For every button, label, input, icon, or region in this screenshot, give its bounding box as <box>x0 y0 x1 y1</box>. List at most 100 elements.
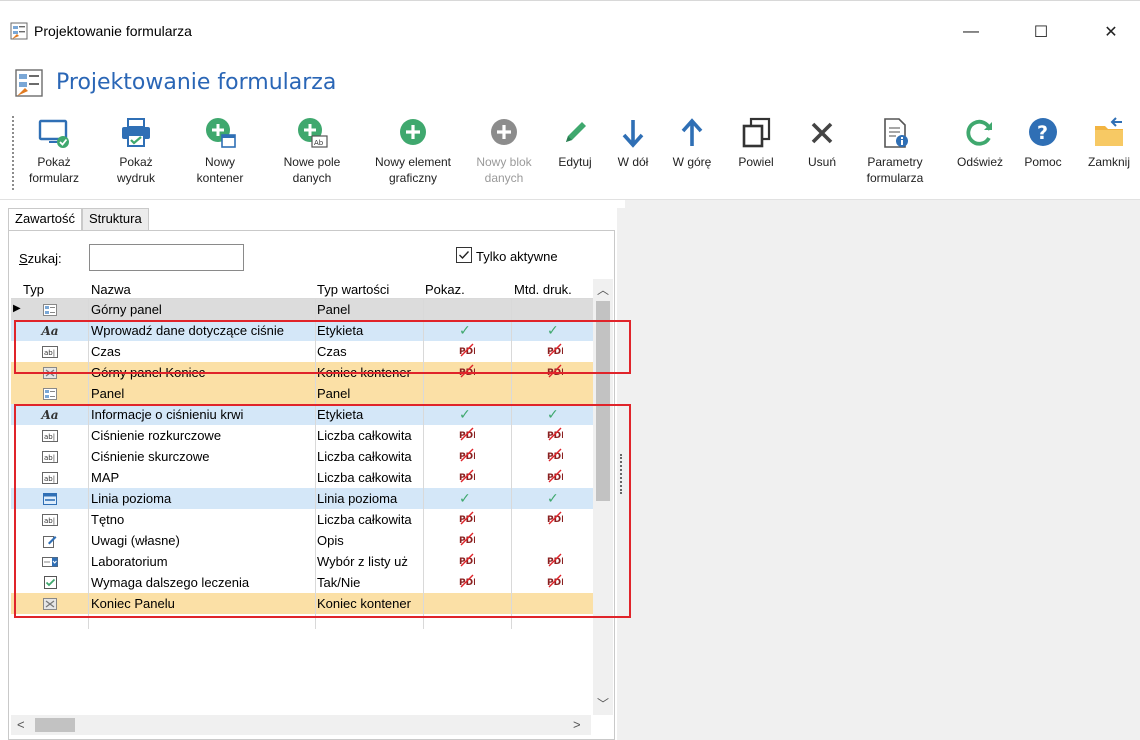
window-title: Projektowanie formularza <box>34 23 192 39</box>
show-form-label-1: Pokaż <box>37 155 71 169</box>
duplicate-label: Powiel <box>738 155 774 169</box>
new-data-block-label-2: danych <box>484 171 524 185</box>
scroll-down-icon[interactable]: ﹀ <box>597 695 609 712</box>
delete-label: Usuń <box>807 155 836 169</box>
form-designer-header-icon <box>15 69 43 97</box>
maximize-button[interactable]: ☐ <box>1018 12 1064 52</box>
column-header-value-type[interactable]: Typ wartości <box>317 282 389 297</box>
ribbon-grip <box>12 116 15 190</box>
table-row[interactable]: ▶ Górny panel Panel <box>11 299 601 320</box>
add-icon <box>491 119 517 145</box>
horizontal-scroll-thumb[interactable] <box>35 718 75 732</box>
search-label: Szukaj: <box>19 251 62 266</box>
row-value-type: Panel <box>317 386 351 401</box>
add-field-icon: Ab <box>298 118 328 148</box>
help-button[interactable]: ? Pomoc <box>1018 112 1068 196</box>
new-data-field-button[interactable]: Ab Nowe pole danych <box>280 112 344 196</box>
new-container-button[interactable]: Nowy kontener <box>192 112 248 196</box>
window-titlebar: Projektowanie formularza — ☐ ✕ <box>0 0 1140 52</box>
duplicate-button[interactable]: Powiel <box>730 112 782 196</box>
refresh-button[interactable]: Odśwież <box>952 112 1008 196</box>
content-tabs: Zawartość Struktura <box>8 208 149 230</box>
scroll-up-icon[interactable]: ︿ <box>597 281 609 298</box>
delete-x-icon <box>811 122 833 144</box>
new-data-field-label-2: danych <box>292 171 332 185</box>
row-value-type: Panel <box>317 302 351 317</box>
new-container-label-2: kontener <box>196 171 244 185</box>
arrow-up-icon <box>681 118 703 146</box>
monitor-check-icon <box>38 119 69 148</box>
document-info-icon <box>884 118 908 148</box>
move-up-label: W górę <box>672 155 712 169</box>
show-form-button[interactable]: Pokaż formularz <box>26 112 82 196</box>
new-data-block-button[interactable]: Nowy blok danych <box>466 112 542 196</box>
search-input[interactable] <box>89 244 244 271</box>
form-parameters-label-2: formularza <box>866 171 924 185</box>
refresh-icon <box>966 119 992 146</box>
current-row-indicator-icon: ▶ <box>13 303 21 314</box>
move-down-button[interactable]: W dół <box>610 112 656 196</box>
printer-icon <box>122 118 150 147</box>
help-icon: ? <box>1029 118 1057 146</box>
help-label: Pomoc <box>1024 155 1062 169</box>
maximize-icon: ☐ <box>1033 24 1049 41</box>
close-folder-icon <box>1095 117 1123 146</box>
minimize-icon: — <box>963 23 979 40</box>
row-name: Górny panel <box>91 302 162 317</box>
panel-icon <box>39 301 61 318</box>
table-row[interactable]: Panel Panel <box>11 383 601 404</box>
tab-content[interactable]: Zawartość <box>8 208 82 230</box>
ribbon-toolbar: Pokaż formularz Pokaż wydruk Nowy konten… <box>0 108 1140 200</box>
highlight-box-panel <box>14 404 631 618</box>
preview-area <box>625 200 1140 740</box>
tab-structure[interactable]: Struktura <box>81 208 149 230</box>
move-up-button[interactable]: W górę <box>666 112 718 196</box>
minimize-button[interactable]: — <box>948 12 994 52</box>
highlight-box-top-panel <box>14 320 631 374</box>
arrow-down-icon <box>622 120 644 148</box>
page-header: Projektowanie formularza <box>0 56 1140 108</box>
panel-icon <box>39 385 61 402</box>
new-graphic-element-button[interactable]: Nowy element graficzny <box>366 112 460 196</box>
show-print-label-1: Pokaż <box>119 155 153 169</box>
close-form-button[interactable]: Zamknij <box>1080 112 1138 196</box>
add-container-icon <box>206 118 236 148</box>
form-parameters-button[interactable]: Parametry formularza <box>860 112 930 196</box>
checkmark-icon <box>459 251 470 260</box>
page-title: Projektowanie formularza <box>56 70 337 95</box>
delete-button[interactable]: Usuń <box>796 112 848 196</box>
close-icon: ✕ <box>1104 24 1118 41</box>
new-graphic-label-1: Nowy element <box>374 155 452 169</box>
column-header-name[interactable]: Nazwa <box>91 282 131 297</box>
new-graphic-label-2: graficzny <box>388 171 438 185</box>
titlebar-top-edge <box>0 0 1140 6</box>
new-data-block-label-1: Nowy blok <box>476 155 532 169</box>
edit-label: Edytuj <box>558 155 592 169</box>
form-designer-app-icon <box>10 22 28 40</box>
pencil-icon <box>566 122 586 142</box>
horizontal-scrollbar[interactable]: < > <box>11 715 591 735</box>
active-only-checkbox[interactable] <box>456 247 472 263</box>
active-only-label: Tylko aktywne <box>476 249 558 264</box>
new-container-label-1: Nowy <box>204 155 235 169</box>
column-header-show[interactable]: Pokaz. <box>425 282 465 297</box>
show-print-button[interactable]: Pokaż wydruk <box>108 112 164 196</box>
refresh-label: Odśwież <box>956 155 1003 169</box>
row-name: Panel <box>91 386 125 401</box>
duplicate-icon <box>742 117 771 148</box>
new-data-field-label-1: Nowe pole <box>283 155 341 169</box>
svg-text:?: ? <box>1037 122 1048 144</box>
column-header-print[interactable]: Mtd. druk. <box>514 282 572 297</box>
move-down-label: W dół <box>617 155 649 169</box>
edit-button[interactable]: Edytuj <box>550 112 600 196</box>
column-header-type[interactable]: Typ <box>23 282 44 297</box>
close-window-button[interactable]: ✕ <box>1088 12 1134 52</box>
grid-header: Typ Nazwa Typ wartości Pokaz. Mtd. druk. <box>11 279 601 299</box>
show-form-label-2: formularz <box>28 171 79 185</box>
scroll-left-icon[interactable]: < <box>17 717 25 732</box>
add-icon <box>400 119 426 145</box>
svg-text:Ab: Ab <box>314 139 324 147</box>
form-parameters-label-1: Parametry <box>867 155 923 169</box>
show-print-label-2: wydruk <box>116 171 155 185</box>
scroll-right-icon[interactable]: > <box>573 717 581 732</box>
